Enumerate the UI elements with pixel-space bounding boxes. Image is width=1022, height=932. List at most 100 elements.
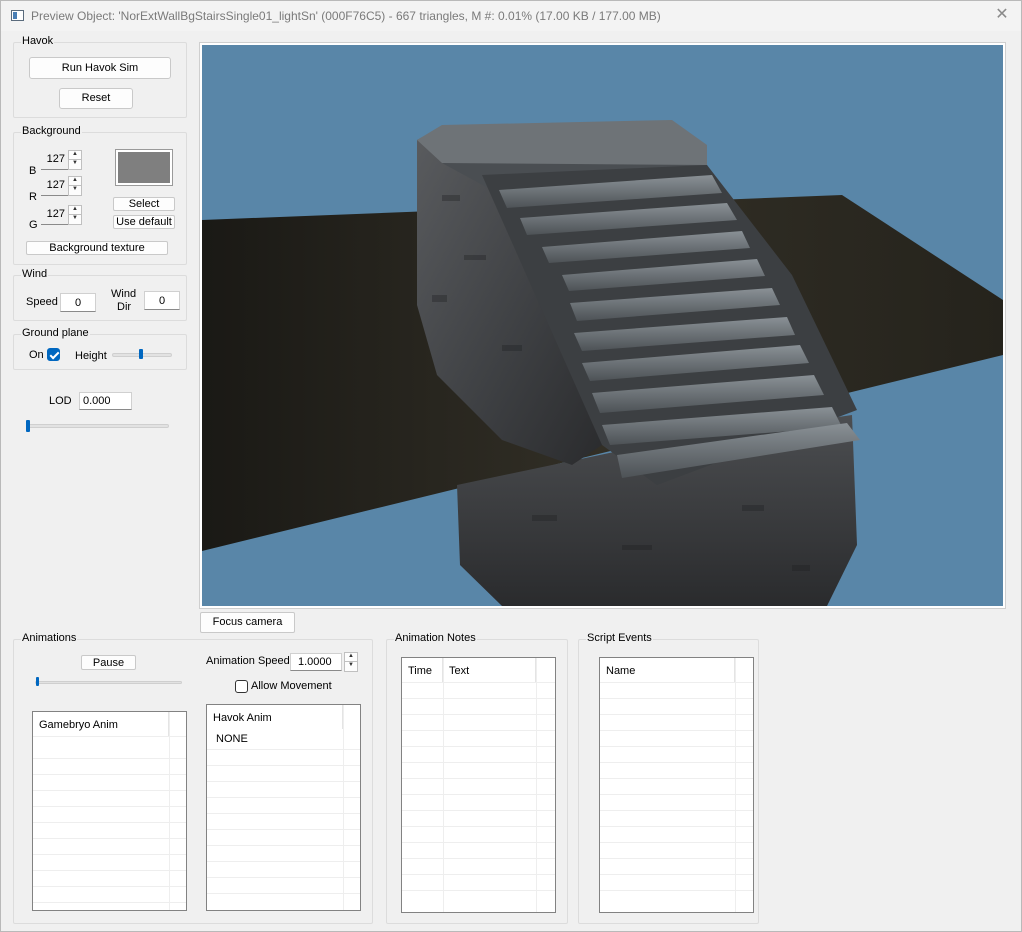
script-events-group: Script Events Name bbox=[578, 632, 759, 924]
list-row-line bbox=[600, 730, 753, 731]
list-row-line bbox=[207, 829, 360, 830]
height-slider-thumb[interactable] bbox=[139, 349, 143, 359]
window-icon bbox=[11, 10, 24, 21]
list-row-line bbox=[207, 765, 360, 766]
list-row-line bbox=[600, 794, 753, 795]
list-row-line bbox=[207, 877, 360, 878]
ground-on-checkbox[interactable] bbox=[47, 348, 60, 361]
wind-dir-label: Wind bbox=[111, 288, 137, 300]
reset-button[interactable]: Reset bbox=[59, 88, 133, 109]
green-channel-label: G bbox=[29, 219, 38, 231]
column-divider bbox=[169, 712, 170, 910]
list-row-line bbox=[33, 758, 186, 759]
havok-group-label: Havok bbox=[21, 35, 55, 47]
close-icon[interactable]: ✕ bbox=[991, 5, 1013, 25]
animation-speed-label: Animation Speed bbox=[206, 655, 290, 667]
havok-anim-item[interactable]: NONE bbox=[216, 733, 248, 745]
list-row-line bbox=[33, 838, 186, 839]
animations-group-label: Animations bbox=[21, 632, 78, 644]
spin-up-icon[interactable]: ▲ bbox=[345, 653, 357, 662]
list-row-line bbox=[402, 682, 555, 683]
animation-notes-list[interactable]: Time Text bbox=[401, 657, 556, 913]
list-row-line bbox=[402, 794, 555, 795]
spin-down-icon[interactable]: ▼ bbox=[69, 215, 81, 224]
list-row-line bbox=[207, 813, 360, 814]
list-row-line bbox=[600, 858, 753, 859]
blue-spinner[interactable]: ▲ ▼ bbox=[68, 150, 82, 170]
list-row-line bbox=[207, 845, 360, 846]
list-row-line bbox=[600, 698, 753, 699]
list-row-line bbox=[402, 730, 555, 731]
list-row-line bbox=[33, 854, 186, 855]
blue-value-field[interactable]: 127 bbox=[41, 150, 68, 170]
wind-group-label: Wind bbox=[21, 268, 49, 280]
list-row-line bbox=[207, 749, 360, 750]
spin-up-icon[interactable]: ▲ bbox=[69, 206, 81, 215]
list-row-line bbox=[402, 842, 555, 843]
spin-up-icon[interactable]: ▲ bbox=[69, 151, 81, 160]
animation-slider-thumb[interactable] bbox=[36, 677, 39, 686]
list-row-line bbox=[33, 902, 186, 903]
red-spinner[interactable]: ▲ ▼ bbox=[68, 176, 82, 196]
list-row-line bbox=[402, 890, 555, 891]
wind-speed-field[interactable]: 0 bbox=[60, 293, 96, 312]
list-row-line bbox=[402, 874, 555, 875]
list-row-line bbox=[33, 790, 186, 791]
wind-dir-label-2: Dir bbox=[117, 301, 132, 313]
list-row-line bbox=[600, 762, 753, 763]
background-color-swatch[interactable] bbox=[115, 149, 173, 186]
gamebryo-anim-list[interactable]: Gamebryo Anim bbox=[32, 711, 187, 911]
animations-group: Animations Pause Animation Speed 1.0000 … bbox=[13, 632, 373, 924]
spin-down-icon[interactable]: ▼ bbox=[69, 186, 81, 195]
lod-value-field[interactable]: 0.000 bbox=[79, 392, 132, 410]
list-row-line bbox=[402, 810, 555, 811]
ground-plane-group: Ground plane On Height bbox=[13, 327, 187, 370]
allow-movement-label: Allow Movement bbox=[251, 680, 332, 692]
green-spinner[interactable]: ▲ ▼ bbox=[68, 205, 82, 225]
list-row-line bbox=[402, 858, 555, 859]
allow-movement-checkbox[interactable] bbox=[235, 680, 248, 693]
stairs-model-render bbox=[202, 120, 1003, 606]
background-texture-button[interactable]: Background texture bbox=[26, 241, 168, 255]
animation-speed-spinner[interactable]: ▲ ▼ bbox=[344, 652, 358, 672]
ground-on-label: On bbox=[29, 349, 44, 361]
spin-down-icon[interactable]: ▼ bbox=[345, 662, 357, 671]
column-divider bbox=[343, 705, 344, 910]
run-havok-sim-button[interactable]: Run Havok Sim bbox=[29, 57, 171, 79]
list-row-line bbox=[600, 874, 753, 875]
havok-anim-list[interactable]: Havok Anim NONE bbox=[206, 704, 361, 911]
use-default-button[interactable]: Use default bbox=[113, 215, 175, 229]
list-row-line bbox=[600, 778, 753, 779]
lod-slider-track[interactable] bbox=[26, 424, 169, 428]
background-group: Background B 127 ▲ ▼ R 127 ▲ ▼ G 127 ▲ ▼… bbox=[13, 125, 187, 265]
focus-camera-button[interactable]: Focus camera bbox=[200, 612, 295, 633]
name-column-header[interactable]: Name bbox=[600, 658, 735, 682]
list-row-line bbox=[33, 822, 186, 823]
list-row-line bbox=[600, 810, 753, 811]
background-group-label: Background bbox=[21, 125, 82, 137]
list-row-line bbox=[33, 736, 186, 737]
script-events-label: Script Events bbox=[586, 632, 653, 644]
list-row-line bbox=[207, 893, 360, 894]
script-events-list[interactable]: Name bbox=[599, 657, 754, 913]
animation-slider-track[interactable] bbox=[35, 681, 182, 684]
list-row-line bbox=[600, 842, 753, 843]
height-label: Height bbox=[75, 350, 107, 362]
spin-up-icon[interactable]: ▲ bbox=[69, 177, 81, 186]
text-column-header[interactable]: Text bbox=[443, 658, 536, 682]
spin-down-icon[interactable]: ▼ bbox=[69, 160, 81, 169]
gamebryo-anim-column-header[interactable]: Gamebryo Anim bbox=[33, 712, 169, 736]
pause-button[interactable]: Pause bbox=[81, 655, 136, 670]
havok-group: Havok Run Havok Sim Reset bbox=[13, 35, 187, 118]
3d-preview-viewport[interactable] bbox=[199, 42, 1006, 609]
wind-dir-field[interactable]: 0 bbox=[144, 291, 180, 310]
select-color-button[interactable]: Select bbox=[113, 197, 175, 211]
animation-speed-field[interactable]: 1.0000 bbox=[290, 653, 342, 671]
red-value-field[interactable]: 127 bbox=[41, 176, 68, 196]
time-column-header[interactable]: Time bbox=[402, 658, 443, 682]
green-value-field[interactable]: 127 bbox=[41, 205, 68, 225]
list-row-line bbox=[600, 826, 753, 827]
havok-anim-column-header[interactable]: Havok Anim bbox=[207, 705, 343, 729]
title-bar: Preview Object: 'NorExtWallBgStairsSingl… bbox=[1, 1, 1021, 31]
lod-slider-thumb[interactable] bbox=[26, 420, 30, 432]
